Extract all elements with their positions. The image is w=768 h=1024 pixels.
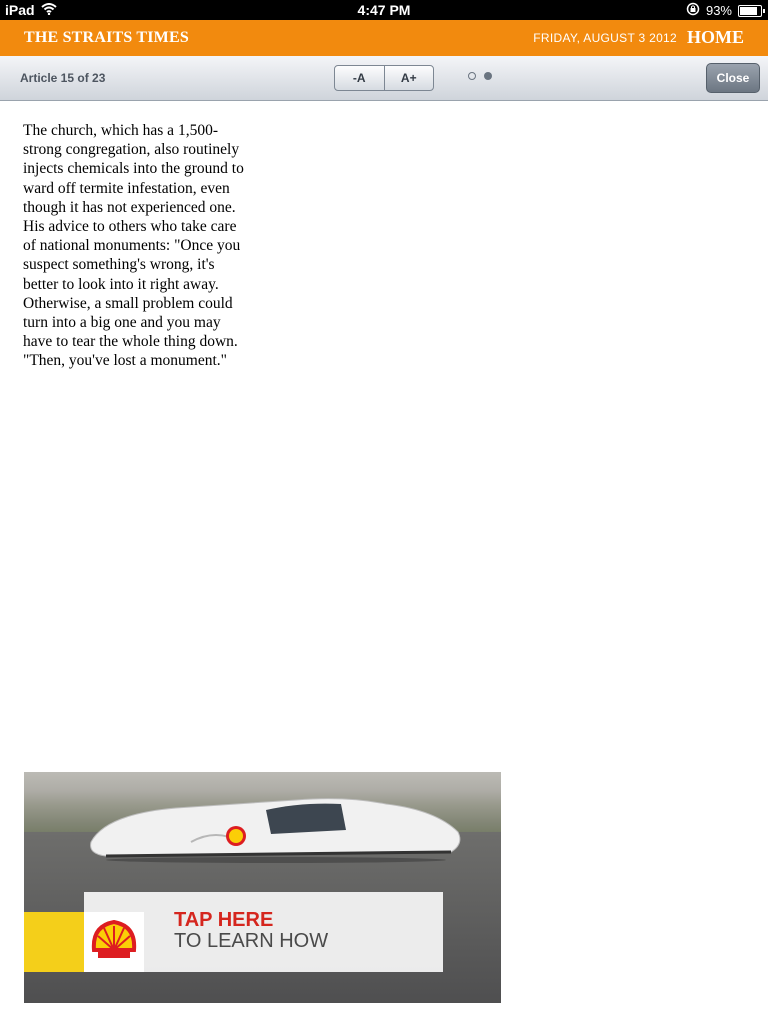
article-counter: Article 15 of 23 [20,71,106,85]
font-size-control: -A A+ [334,65,434,91]
ad-yellow-block [24,912,84,972]
page-dot-1[interactable] [468,72,476,80]
article-paragraph: "Then, you've lost a monument." [23,352,227,370]
brand-title: THE STRAITS TIMES [24,29,189,46]
rotation-lock-icon [686,2,700,19]
font-increase-button[interactable]: A+ [383,66,434,90]
battery-icon [738,4,765,17]
battery-percent: 93% [705,3,732,18]
font-decrease-button[interactable]: -A [335,66,384,90]
home-button[interactable]: HOME [687,27,744,48]
shell-advertisement[interactable]: TAP HERE TO LEARN HOW [24,772,501,1003]
status-bar: iPad 4:47 PM 93% [0,0,768,20]
ad-cta-subtitle[interactable]: TO LEARN HOW [174,930,328,953]
close-button[interactable]: Close [706,63,760,93]
masthead: THE STRAITS TIMES FRIDAY, AUGUST 3 2012 … [0,20,768,56]
eco-car-image [90,798,461,863]
page-indicator[interactable] [468,72,492,80]
article-toolbar: Article 15 of 23 -A A+ Close [0,56,768,101]
edition-date: FRIDAY, AUGUST 3 2012 [533,31,677,45]
article-paragraph: His advice to others who take care of na… [23,218,241,351]
article-paragraph: The church, which has a 1,500-strong con… [23,122,244,216]
ad-cta-title[interactable]: TAP HERE [174,909,273,932]
status-time: 4:47 PM [357,2,411,18]
article-body: The church, which has a 1,500-strong con… [23,121,249,371]
shell-logo-icon [84,912,144,972]
page-dot-2[interactable] [484,72,492,80]
